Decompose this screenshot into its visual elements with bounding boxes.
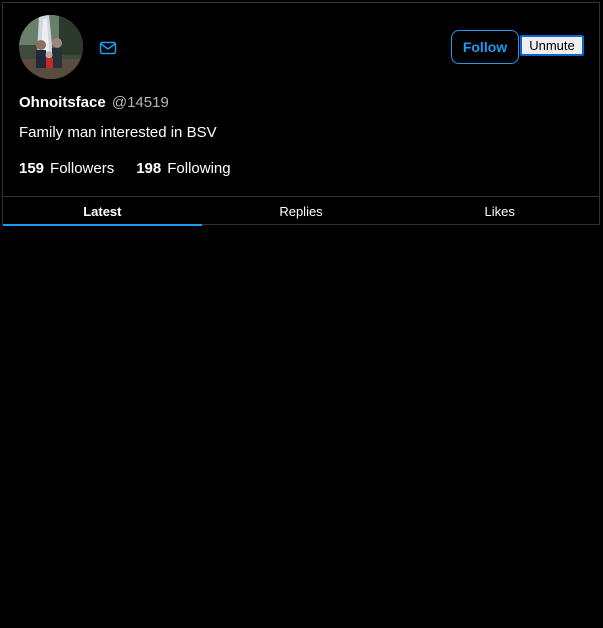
tab-latest[interactable]: Latest [3,197,202,226]
profile-stats: 159 Followers 198 Following [19,160,231,177]
active-tab-indicator [3,224,202,226]
avatar-photo [19,15,83,79]
tab-likes[interactable]: Likes [400,197,599,226]
unmute-button[interactable]: Unmute [520,35,584,56]
profile-bio: Family man interested in BSV [19,124,217,141]
following-link[interactable]: 198 Following [136,160,230,177]
followers-label: Followers [50,160,115,177]
follow-button[interactable]: Follow [451,30,519,64]
profile-tabs: Latest Replies Likes [3,196,599,226]
name-row: Ohnoitsface @14519 [19,94,169,111]
display-name: Ohnoitsface [19,94,106,111]
user-handle: @14519 [111,94,169,111]
following-count: 198 [136,160,162,177]
tab-label: Likes [484,204,515,219]
tab-replies[interactable]: Replies [202,197,401,226]
tab-label: Replies [279,204,323,219]
envelope-icon[interactable] [99,39,117,57]
tab-label: Latest [83,204,122,219]
avatar[interactable] [19,15,83,79]
followers-count: 159 [19,160,45,177]
profile-card: Follow Unmute Ohnoitsface @14519 Family … [2,2,600,226]
followers-link[interactable]: 159 Followers [19,160,114,177]
following-label: Following [167,160,231,177]
